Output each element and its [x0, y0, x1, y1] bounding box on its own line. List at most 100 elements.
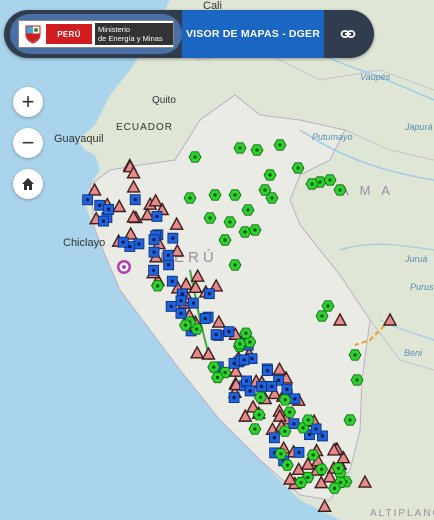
project-marker[interactable]	[175, 295, 187, 307]
plant-marker[interactable]	[254, 391, 267, 403]
plant-marker[interactable]	[228, 189, 242, 201]
project-marker[interactable]	[167, 232, 179, 244]
plant-marker[interactable]	[280, 459, 294, 471]
map-label-chiclayo: Chiclayo	[63, 237, 105, 249]
plant-marker[interactable]	[305, 178, 319, 190]
zoom-in-button[interactable]: +	[13, 87, 43, 117]
plant-marker[interactable]	[331, 462, 345, 474]
plant-marker[interactable]	[223, 216, 237, 228]
plant-marker[interactable]	[265, 192, 279, 204]
plant-marker[interactable]	[203, 212, 217, 224]
home-button[interactable]	[13, 169, 43, 199]
plant-marker[interactable]	[328, 482, 341, 494]
project-marker[interactable]	[103, 203, 114, 215]
plant-marker[interactable]	[218, 234, 232, 246]
project-marker[interactable]	[244, 385, 256, 397]
plant-marker[interactable]	[233, 142, 247, 154]
plant-marker[interactable]	[208, 189, 222, 201]
map-label-guayaquil: Guayaquil	[54, 133, 104, 145]
project-marker[interactable]	[223, 326, 235, 338]
plant-marker[interactable]	[291, 162, 305, 174]
project-marker[interactable]	[238, 354, 250, 366]
project-marker[interactable]	[293, 446, 305, 458]
map-label-altiplano: ALTIPLANO	[370, 508, 434, 519]
project-marker[interactable]	[117, 236, 129, 248]
plant-marker[interactable]	[315, 310, 329, 322]
plant-marker[interactable]	[233, 338, 247, 350]
map-canvas[interactable]: CaliCOLOMBIAQuitoECUADORGuayaquilChiclay…	[0, 0, 434, 520]
plant-marker[interactable]	[315, 463, 329, 475]
ministry-name: Ministerio de Energía y Minas	[95, 23, 173, 45]
map-label-purus: Purus	[410, 282, 434, 292]
coat-of-arms-icon	[25, 25, 41, 44]
minus-icon: −	[21, 130, 35, 155]
project-marker[interactable]	[199, 313, 211, 324]
project-marker[interactable]	[262, 365, 274, 376]
share-link-button[interactable]	[335, 21, 361, 47]
project-marker[interactable]	[133, 238, 145, 250]
plant-marker[interactable]	[343, 414, 357, 426]
map-label-jurua: Juruá	[404, 254, 428, 264]
plant-marker[interactable]	[321, 300, 335, 312]
project-marker[interactable]	[151, 211, 163, 222]
plant-marker[interactable]	[151, 280, 165, 292]
project-marker[interactable]	[268, 432, 280, 444]
plant-marker[interactable]	[248, 423, 262, 435]
zoom-out-button[interactable]: −	[13, 128, 43, 158]
plant-marker[interactable]	[228, 259, 242, 271]
plant-marker[interactable]	[323, 174, 337, 186]
plant-marker[interactable]	[283, 406, 297, 418]
project-marker[interactable]	[166, 275, 178, 287]
plant-marker[interactable]	[333, 184, 347, 196]
project-marker[interactable]	[203, 288, 215, 300]
plant-marker[interactable]	[238, 226, 252, 238]
project-marker[interactable]	[148, 264, 160, 276]
plant-marker[interactable]	[207, 361, 221, 373]
plant-marker[interactable]	[188, 151, 202, 163]
plant-marker[interactable]	[239, 327, 253, 339]
plant-marker[interactable]	[179, 319, 192, 331]
project-marker[interactable]	[82, 194, 93, 206]
home-icon	[22, 178, 34, 190]
plant-marker[interactable]	[248, 224, 262, 236]
project-marker[interactable]	[210, 329, 222, 341]
project-marker[interactable]	[98, 215, 109, 227]
plant-marker[interactable]	[183, 192, 197, 204]
plant-marker[interactable]	[278, 394, 292, 406]
map-label-ecuador: ECUADOR	[116, 122, 173, 133]
plant-marker[interactable]	[274, 448, 288, 460]
peru-label: PERÚ	[46, 24, 92, 44]
ministry-logo: PERÚ Ministerio de Energía y Minas	[18, 20, 174, 48]
project-marker[interactable]	[165, 300, 177, 312]
link-icon	[340, 30, 356, 38]
project-marker[interactable]	[129, 194, 141, 206]
project-marker[interactable]	[148, 246, 160, 258]
plant-marker[interactable]	[301, 414, 315, 426]
project-marker[interactable]	[241, 375, 252, 387]
project-marker[interactable]	[289, 393, 301, 405]
project-marker[interactable]	[162, 249, 174, 261]
project-marker[interactable]	[187, 297, 199, 309]
plant-marker[interactable]	[348, 349, 362, 361]
project-marker[interactable]	[281, 383, 293, 395]
project-marker[interactable]	[175, 307, 187, 319]
ministry-line1: Ministerio	[98, 25, 131, 34]
location-target-marker[interactable]	[117, 260, 131, 274]
project-marker[interactable]	[256, 380, 267, 392]
plant-marker[interactable]	[211, 371, 224, 384]
plant-marker[interactable]	[241, 204, 255, 216]
project-marker[interactable]	[148, 234, 160, 246]
project-marker[interactable]	[310, 423, 322, 435]
project-marker[interactable]	[228, 392, 240, 404]
map-label-putumayo: Putumayo	[312, 132, 353, 142]
plant-marker[interactable]	[252, 409, 266, 421]
project-marker[interactable]	[266, 381, 278, 392]
project-marker[interactable]	[163, 259, 175, 271]
plant-marker[interactable]	[263, 169, 277, 181]
plant-marker[interactable]	[273, 139, 287, 151]
plant-marker[interactable]	[306, 449, 320, 461]
plant-marker[interactable]	[250, 144, 264, 156]
plant-marker[interactable]	[294, 476, 308, 489]
plant-marker[interactable]	[278, 425, 292, 437]
plant-marker[interactable]	[350, 374, 364, 386]
